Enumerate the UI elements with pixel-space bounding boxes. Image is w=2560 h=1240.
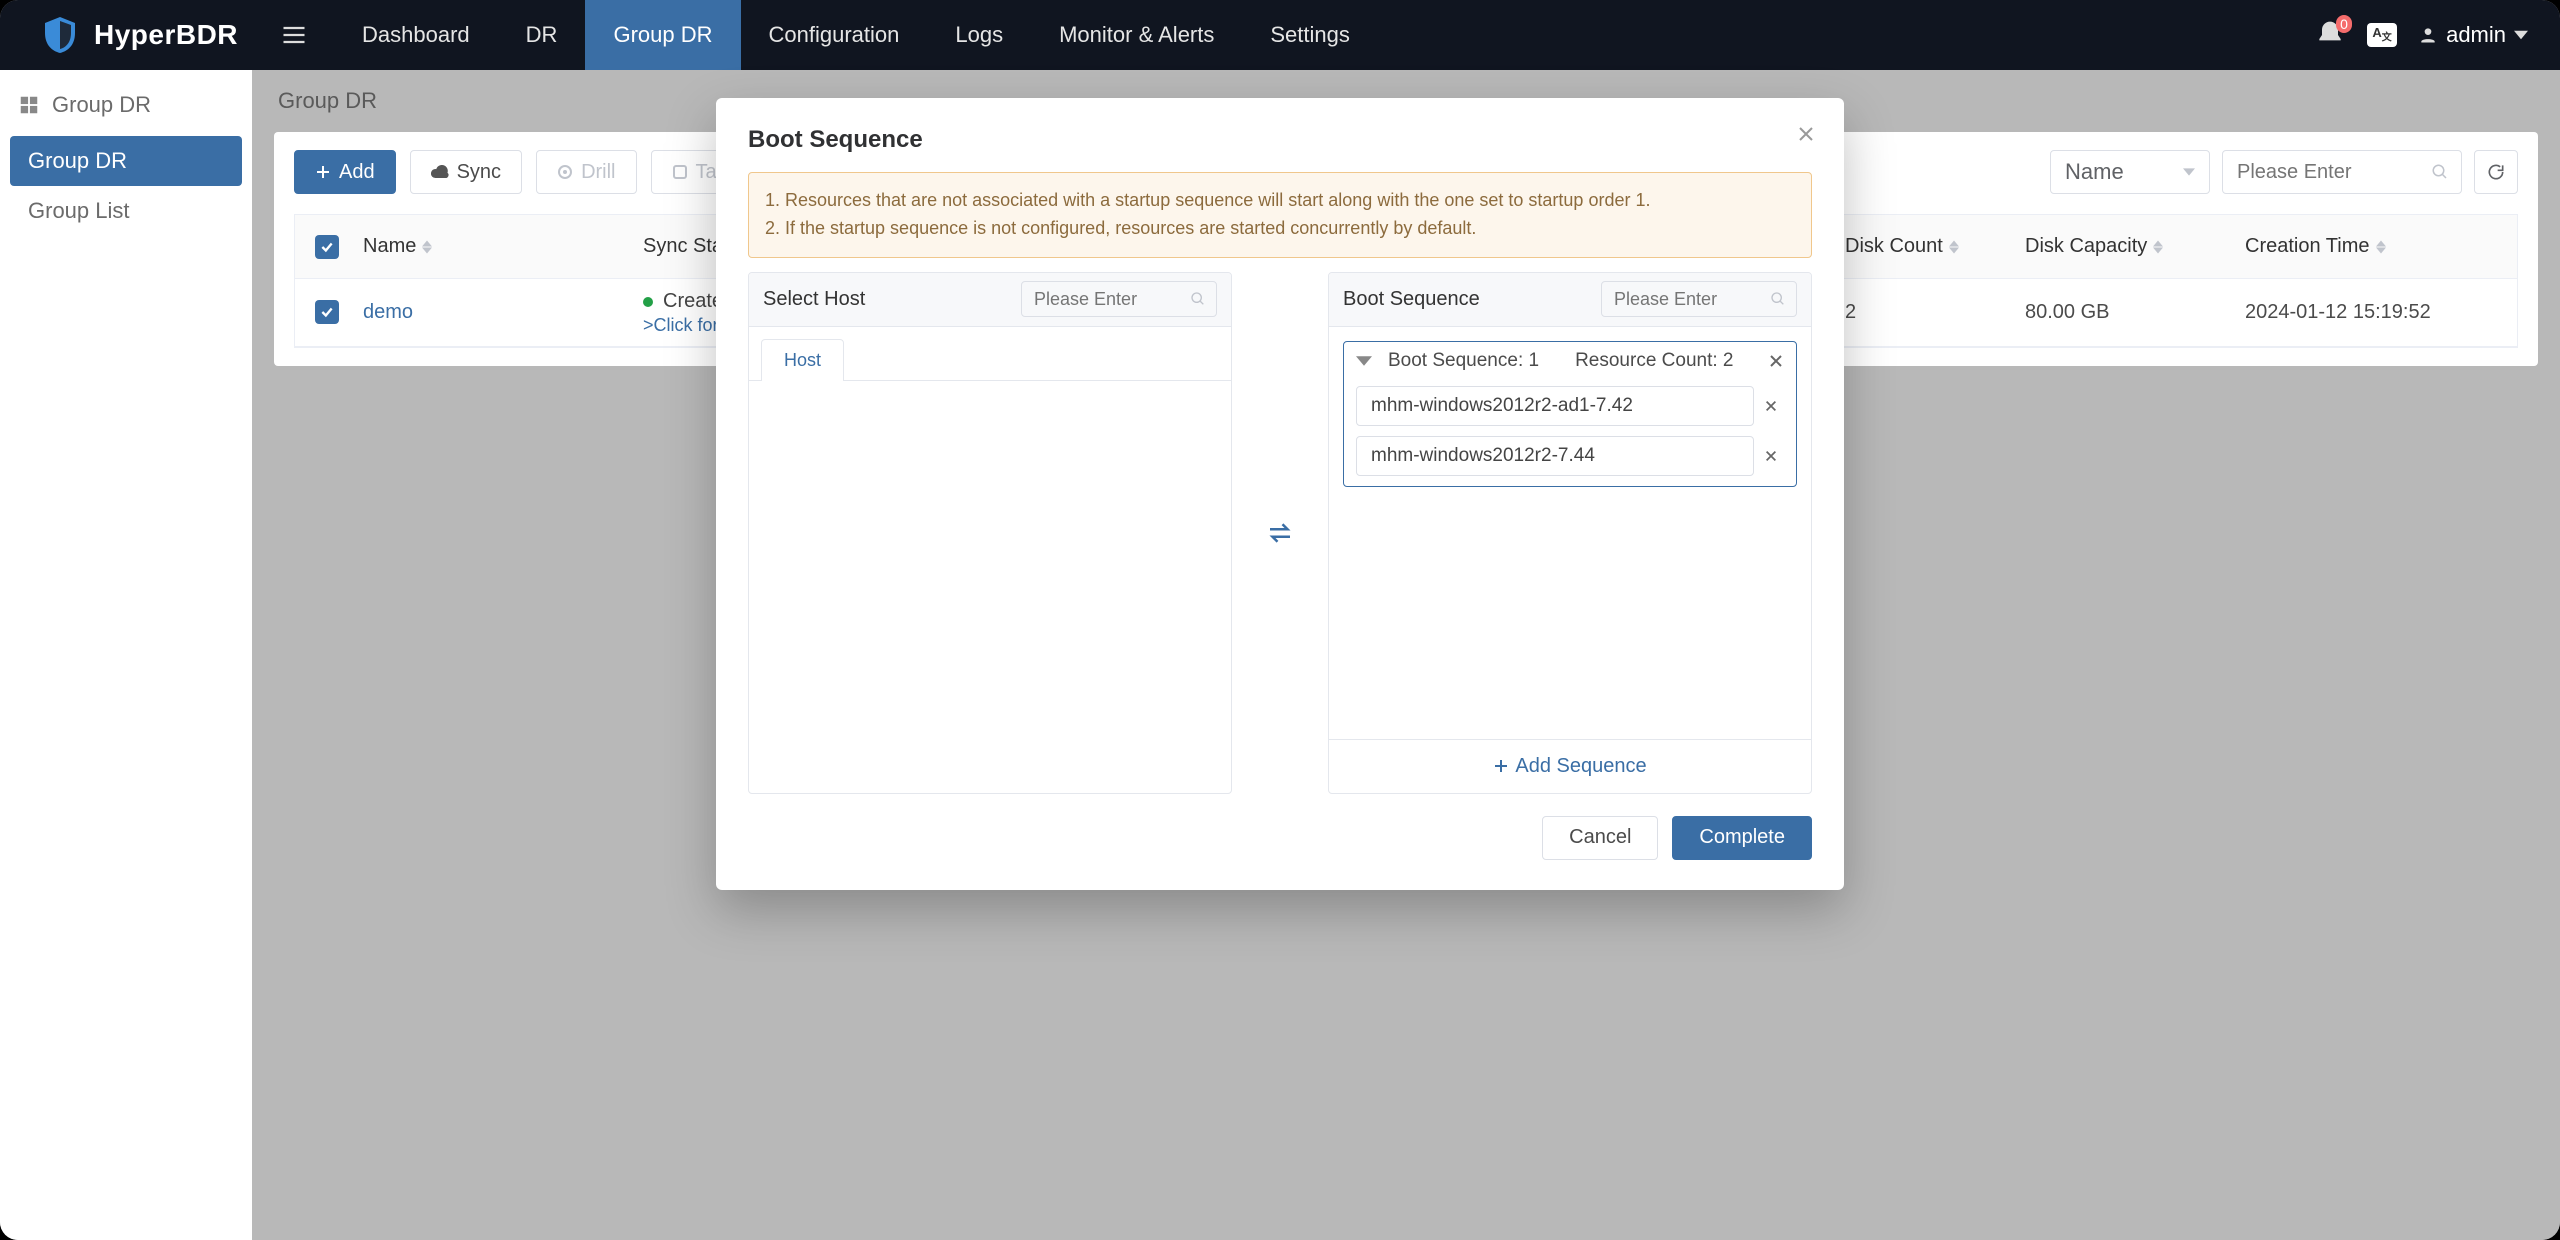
col-disk-cap[interactable]: Disk Capacity <box>2017 235 2237 258</box>
search-icon <box>1190 291 1206 307</box>
remove-resource-button[interactable] <box>1764 449 1784 463</box>
user-name: admin <box>2446 22 2506 48</box>
close-icon <box>1764 399 1778 413</box>
modal-notice: Resources that are not associated with a… <box>748 172 1812 258</box>
app-header: HyperBDR Dashboard DR Group DR Configura… <box>0 0 2560 70</box>
sequence-group: Boot Sequence: 1 Resource Count: 2 mhm-w… <box>1343 341 1797 487</box>
chevron-down-icon <box>2183 168 2195 176</box>
resource-item: mhm-windows2012r2-ad1-7.42 <box>1356 386 1784 426</box>
sort-icon <box>2376 240 2386 254</box>
sidebar: Group DR Group DR Group List <box>0 70 252 1240</box>
select-host-search-input[interactable] <box>1034 289 1182 310</box>
search-icon <box>1770 291 1786 307</box>
close-icon <box>1764 449 1778 463</box>
sort-icon <box>422 240 432 254</box>
resource-item: mhm-windows2012r2-7.44 <box>1356 436 1784 476</box>
row-disk-count: 2 <box>1837 301 2017 324</box>
boot-sequence-search-input[interactable] <box>1614 289 1762 310</box>
row-checkbox[interactable] <box>315 300 339 324</box>
grid-icon <box>18 94 40 116</box>
host-tabbar: Host <box>749 327 1231 381</box>
boot-sequence-pane: Boot Sequence Boot Sequence: 1 Resource … <box>1328 272 1812 794</box>
cloud-icon <box>431 165 449 179</box>
close-icon <box>1768 353 1784 369</box>
plus-icon <box>315 164 331 180</box>
user-icon <box>2418 25 2438 45</box>
modal-close-button[interactable] <box>1796 124 1816 144</box>
header-right: 0 A文 admin <box>2314 19 2560 51</box>
nav-monitor[interactable]: Monitor & Alerts <box>1031 0 1242 70</box>
select-host-title: Select Host <box>763 288 865 311</box>
sync-button[interactable]: Sync <box>410 150 522 194</box>
nav-settings[interactable]: Settings <box>1242 0 1378 70</box>
remove-sequence-button[interactable] <box>1768 353 1784 369</box>
language-button[interactable]: A文 <box>2366 19 2398 51</box>
select-host-search <box>1021 281 1217 317</box>
boot-sequence-modal: Boot Sequence Resources that are not ass… <box>716 98 1844 890</box>
nav-configuration[interactable]: Configuration <box>741 0 928 70</box>
status-dot-icon <box>643 297 653 307</box>
search-input[interactable] <box>2237 151 2419 193</box>
row-name-link[interactable]: demo <box>363 301 413 323</box>
sort-icon <box>1949 240 1959 254</box>
select-host-pane: Select Host Host <box>748 272 1232 794</box>
target-icon <box>557 164 573 180</box>
resource-count: Resource Count: 2 <box>1575 350 1733 372</box>
nav-group-dr[interactable]: Group DR <box>585 0 740 70</box>
complete-button[interactable]: Complete <box>1672 816 1812 860</box>
col-name[interactable]: Name <box>355 235 635 258</box>
swap-icon <box>1265 518 1295 548</box>
refresh-icon <box>2486 162 2506 182</box>
sidebar-item-group-dr[interactable]: Group DR <box>10 136 242 186</box>
sidebar-item-group-list[interactable]: Group List <box>10 186 242 236</box>
modal-title: Boot Sequence <box>748 126 1812 154</box>
brand-name: HyperBDR <box>94 19 238 51</box>
boot-sequence-search <box>1601 281 1797 317</box>
search-input-wrap <box>2222 150 2462 194</box>
hamburger-icon <box>280 21 308 49</box>
resource-name[interactable]: mhm-windows2012r2-ad1-7.42 <box>1356 386 1754 426</box>
select-all-checkbox[interactable] <box>315 235 339 259</box>
reload-button[interactable] <box>2474 150 2518 194</box>
swap-button[interactable] <box>1252 518 1308 548</box>
plus-icon <box>1493 758 1509 774</box>
close-icon <box>1796 124 1816 144</box>
nav-dr[interactable]: DR <box>498 0 586 70</box>
sort-icon <box>2153 240 2163 254</box>
brand-logo: HyperBDR <box>0 15 266 55</box>
col-disk-count[interactable]: Disk Count <box>1837 235 2017 258</box>
resource-name[interactable]: mhm-windows2012r2-7.44 <box>1356 436 1754 476</box>
tab-host[interactable]: Host <box>761 339 844 381</box>
nav-logs[interactable]: Logs <box>927 0 1031 70</box>
row-created: 2024-01-12 15:19:52 <box>2237 301 2517 324</box>
search-icon <box>2431 163 2449 181</box>
menu-toggle[interactable] <box>274 15 314 55</box>
chevron-down-icon <box>1356 353 1372 369</box>
cancel-button[interactable]: Cancel <box>1542 816 1658 860</box>
nav-dashboard[interactable]: Dashboard <box>334 0 498 70</box>
language-icon: A文 <box>2367 23 2396 47</box>
remove-resource-button[interactable] <box>1764 399 1784 413</box>
collapse-toggle[interactable] <box>1356 353 1372 369</box>
user-menu[interactable]: admin <box>2418 22 2528 48</box>
shield-icon <box>40 15 80 55</box>
row-disk-cap: 80.00 GB <box>2017 301 2237 324</box>
add-sequence-button[interactable]: Add Sequence <box>1329 739 1811 793</box>
add-button[interactable]: Add <box>294 150 396 194</box>
boot-sequence-title: Boot Sequence <box>1343 288 1480 311</box>
top-nav: Dashboard DR Group DR Configuration Logs… <box>334 0 1378 70</box>
drill-button: Drill <box>536 150 636 194</box>
alerts-badge: 0 <box>2336 15 2352 33</box>
takeover-icon <box>672 164 688 180</box>
chevron-down-icon <box>2514 28 2528 42</box>
alerts-button[interactable]: 0 <box>2314 19 2346 51</box>
sidebar-title: Group DR <box>10 84 242 136</box>
filter-field-select[interactable]: Name <box>2050 150 2210 194</box>
col-created[interactable]: Creation Time <box>2237 235 2517 258</box>
seq-label: Boot Sequence: 1 <box>1388 350 1539 372</box>
